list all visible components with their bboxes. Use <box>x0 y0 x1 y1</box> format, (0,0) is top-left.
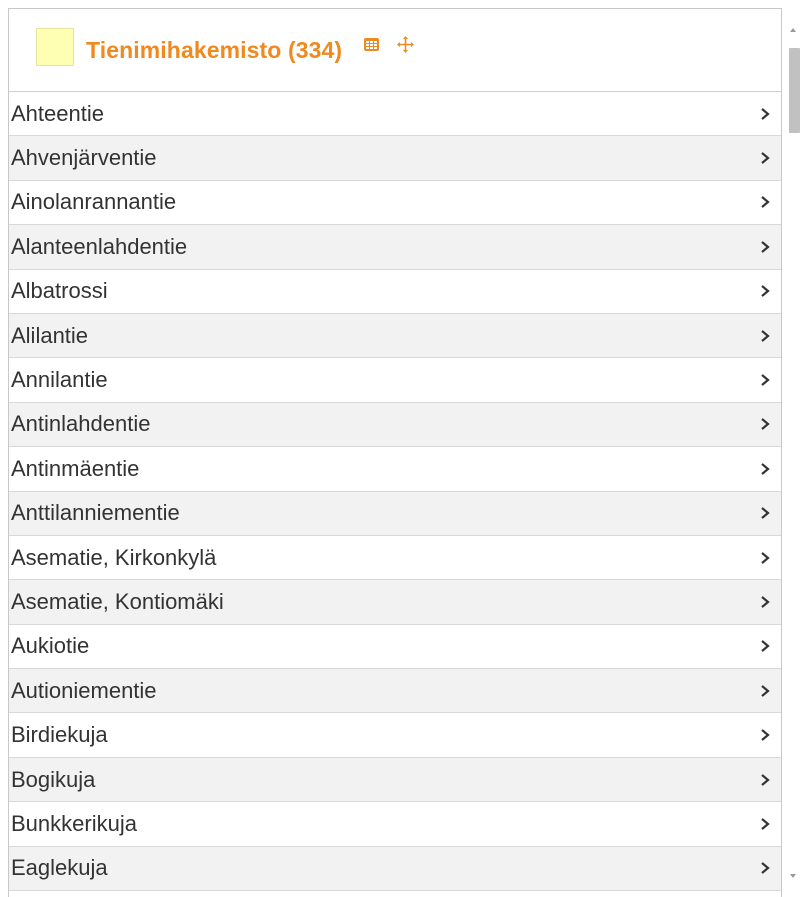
street-list: Ahteentie Ahvenjärventie Ainolanrannanti… <box>9 92 781 892</box>
chevron-right-icon <box>761 862 770 875</box>
panel-title: Tienimihakemisto (334) <box>86 36 343 63</box>
list-item[interactable]: Antinlahdentie <box>9 402 781 448</box>
list-item[interactable]: Birdiekuja <box>9 713 781 758</box>
street-name: Bunkkerikuja <box>11 810 137 836</box>
chevron-right-icon <box>761 462 770 475</box>
chevron-right-icon <box>761 729 770 742</box>
chevron-right-icon <box>761 818 770 830</box>
street-directory-panel: Tienimihakemisto (334) Ahteentie Ahvenjä… <box>8 8 782 897</box>
list-item[interactable]: Ahvenjärventie <box>9 136 781 181</box>
street-name: Annilantie <box>11 367 108 393</box>
list-item[interactable]: Albatrossi <box>9 270 781 314</box>
scroll-up-arrow-icon[interactable] <box>790 28 796 32</box>
chevron-right-icon <box>761 640 770 653</box>
list-item[interactable]: Annilantie <box>9 358 781 403</box>
street-name: Birdiekuja <box>11 722 108 748</box>
list-item[interactable]: Ahteentie <box>9 92 781 137</box>
street-name: Anttilanniementie <box>11 500 180 526</box>
street-name: Antinmäentie <box>11 455 140 481</box>
street-name: Ahvenjärventie <box>11 145 157 171</box>
chevron-right-icon <box>761 329 770 342</box>
chevron-right-icon <box>761 374 770 386</box>
vertical-scrollbar[interactable] <box>786 8 800 897</box>
list-item[interactable]: Asematie, Kirkonkylä <box>9 536 781 581</box>
street-name: Ainolanrannantie <box>11 189 177 215</box>
street-name: Aukiotie <box>11 633 90 659</box>
panel-header: Tienimihakemisto (334) <box>9 9 781 92</box>
chevron-right-icon <box>761 107 770 120</box>
street-name: Alilantie <box>11 322 89 348</box>
street-name: Antinlahdentie <box>11 411 151 437</box>
chevron-right-icon <box>761 241 770 253</box>
street-name: Albatrossi <box>11 278 108 304</box>
chevron-right-icon <box>761 152 770 164</box>
chevron-right-icon <box>761 596 770 608</box>
street-name: Asematie, Kirkonkylä <box>11 544 217 570</box>
street-name: Ahteentie <box>11 100 104 126</box>
chevron-right-icon <box>761 773 770 786</box>
chevron-right-icon <box>761 285 770 298</box>
list-item[interactable]: Asematie, Kontiomäki <box>9 580 781 625</box>
table-icon[interactable] <box>362 35 380 53</box>
chevron-right-icon <box>761 551 770 564</box>
list-item[interactable]: Bunkkerikuja <box>9 802 781 847</box>
list-item[interactable]: Antinmäentie <box>9 447 781 492</box>
list-item[interactable]: Aukiotie <box>9 625 781 670</box>
street-name: Eaglekuja <box>11 855 108 881</box>
street-name: Alanteenlahdentie <box>11 233 188 259</box>
street-name: Bogikuja <box>11 766 96 792</box>
scroll-down-arrow-icon[interactable] <box>790 874 796 878</box>
move-icon[interactable] <box>396 35 414 53</box>
chevron-right-icon <box>761 684 770 697</box>
list-item[interactable]: Anttilanniementie <box>9 491 781 536</box>
street-name: Autioniementie <box>11 677 157 703</box>
list-item[interactable]: Alanteenlahdentie <box>9 225 781 270</box>
list-item[interactable]: Alilantie <box>9 313 781 359</box>
chevron-right-icon <box>761 196 770 209</box>
street-name: Asematie, Kontiomäki <box>11 588 224 614</box>
scrollbar-thumb[interactable] <box>789 48 800 133</box>
layer-color-swatch <box>36 28 74 66</box>
chevron-right-icon <box>761 507 770 520</box>
list-item[interactable]: Ainolanrannantie <box>9 181 781 226</box>
list-item[interactable]: Eaglekuja <box>9 846 781 892</box>
chevron-right-icon <box>761 418 770 431</box>
list-item[interactable]: Bogikuja <box>9 757 781 803</box>
list-item[interactable]: Autioniementie <box>9 669 781 714</box>
